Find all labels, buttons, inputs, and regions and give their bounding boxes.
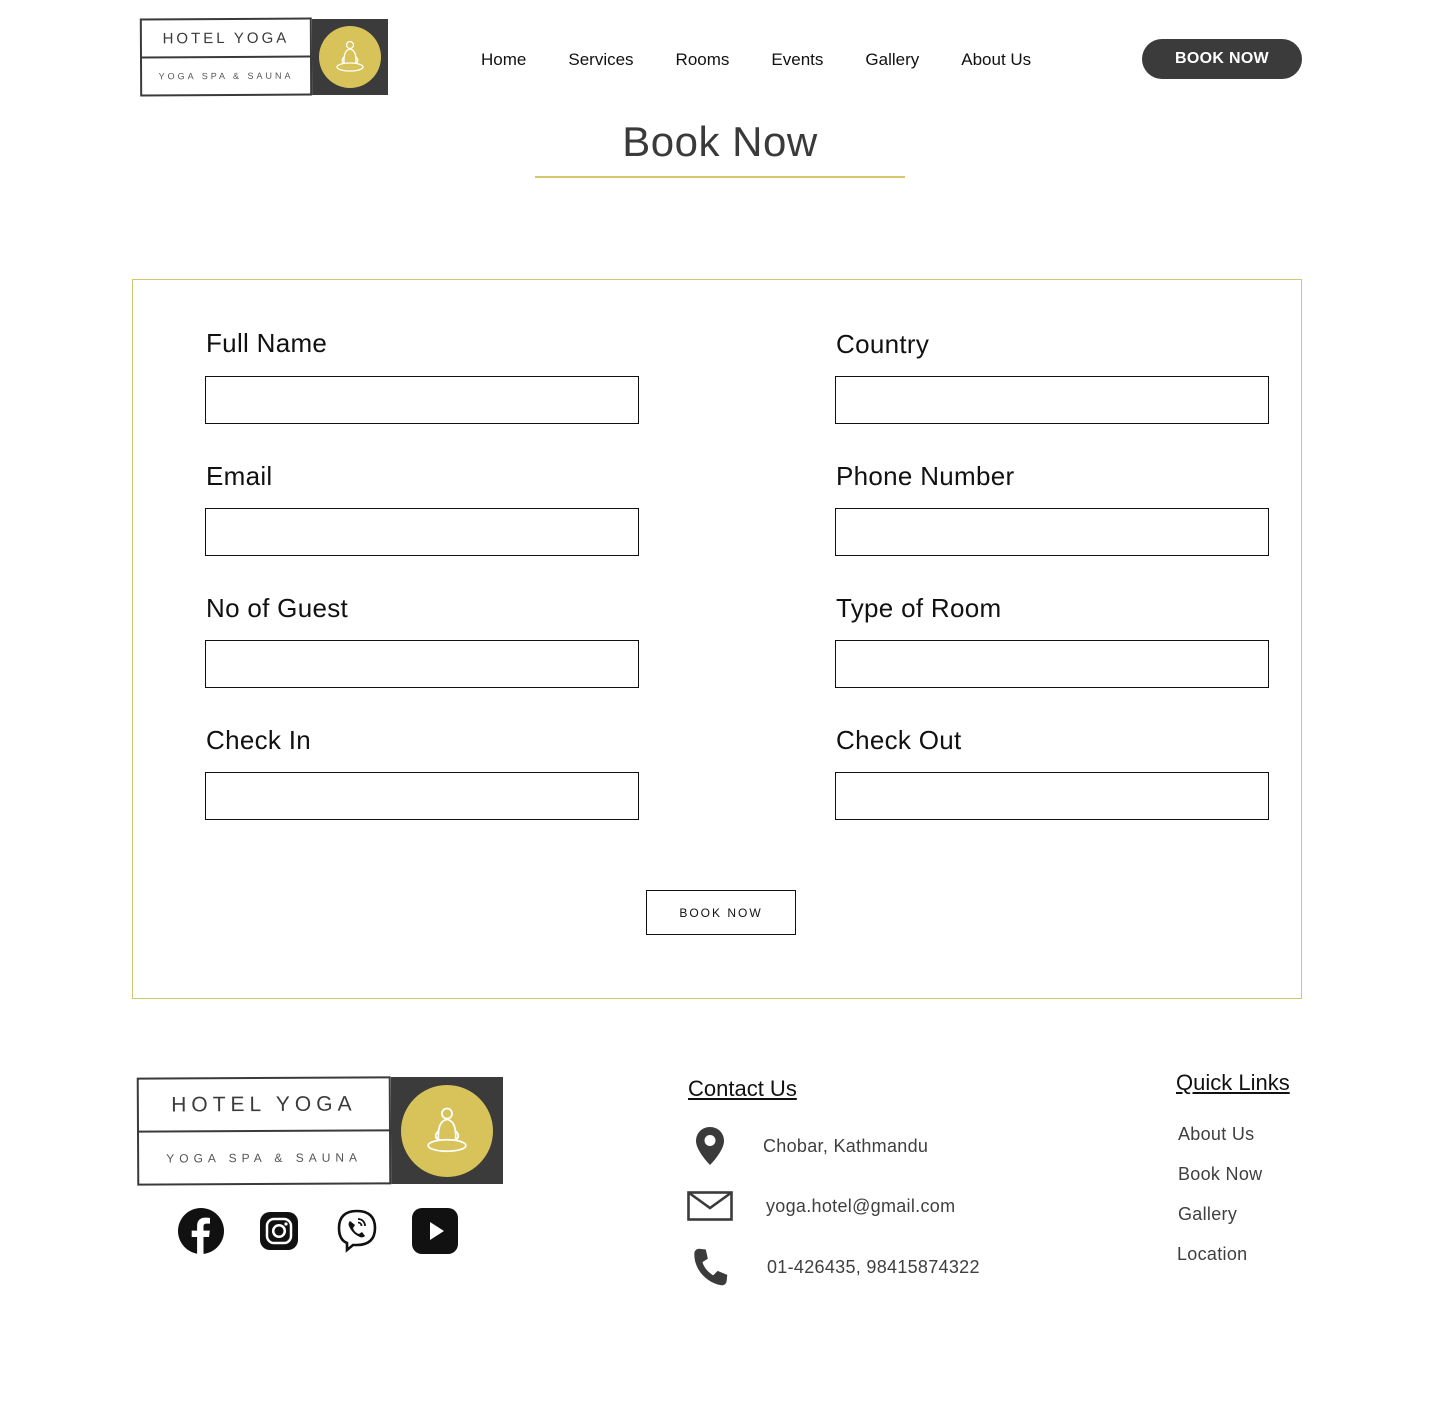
social-links <box>178 1208 458 1254</box>
guests-label: No of Guest <box>206 593 349 623</box>
page-title: Book Now <box>622 118 818 165</box>
meditation-icon <box>319 26 381 88</box>
title-underline <box>535 176 905 178</box>
quick-links-heading: Quick Links <box>1176 1070 1290 1095</box>
quick-link-gallery[interactable]: Gallery <box>1178 1204 1237 1225</box>
footer-logo[interactable]: HOTEL YOGA YOGA SPA & SAUNA <box>136 1076 503 1186</box>
footer-logo-tagline: YOGA SPA & SAUNA <box>166 1149 363 1166</box>
quick-link-location[interactable]: Location <box>1177 1244 1247 1265</box>
nav-rooms[interactable]: Rooms <box>676 49 730 71</box>
check-in-label: Check In <box>206 725 312 755</box>
email-text[interactable]: yoga.hotel@gmail.com <box>766 1196 955 1217</box>
instagram-icon[interactable] <box>256 1208 302 1254</box>
location-pin-icon <box>687 1126 733 1166</box>
room-type-label: Type of Room <box>836 593 1002 623</box>
mail-icon <box>687 1191 733 1221</box>
meditation-icon <box>401 1084 493 1177</box>
facebook-icon[interactable] <box>178 1208 224 1254</box>
viber-icon[interactable] <box>334 1208 380 1254</box>
guests-input[interactable] <box>205 640 639 688</box>
nav-services[interactable]: Services <box>568 49 633 71</box>
nav-events[interactable]: Events <box>771 49 823 71</box>
room-type-input[interactable] <box>835 640 1269 688</box>
footer-logo-name: HOTEL YOGA <box>138 1078 390 1133</box>
youtube-icon[interactable] <box>412 1208 458 1254</box>
nav-home[interactable]: Home <box>481 49 526 71</box>
phone-text[interactable]: 01-426435, 98415874322 <box>767 1257 980 1278</box>
logo-name: HOTEL YOGA <box>141 19 311 59</box>
nav-gallery[interactable]: Gallery <box>865 49 919 71</box>
email-label: Email <box>206 461 273 491</box>
main-nav: Home Services Rooms Events Gallery About… <box>481 49 1031 71</box>
quick-link-book-now[interactable]: Book Now <box>1178 1164 1262 1185</box>
contact-heading: Contact Us <box>688 1076 797 1101</box>
check-in-input[interactable] <box>205 772 639 820</box>
email-input[interactable] <box>205 508 639 556</box>
logo-wordmark: HOTEL YOGA YOGA SPA & SAUNA <box>139 17 313 97</box>
contact-phone: 01-426435, 98415874322 <box>687 1248 980 1286</box>
logo-badge <box>312 19 388 95</box>
nav-about-us[interactable]: About Us <box>961 49 1031 71</box>
phone-icon <box>687 1248 733 1286</box>
footer-logo-wordmark: HOTEL YOGA YOGA SPA & SAUNA <box>136 1076 392 1186</box>
phone-number-label: Phone Number <box>836 461 1015 491</box>
logo-tagline: YOGA SPA & SAUNA <box>158 70 294 82</box>
phone-number-input[interactable] <box>835 508 1269 556</box>
header-book-now-button[interactable]: BOOK NOW <box>1142 39 1302 79</box>
check-out-input[interactable] <box>835 772 1269 820</box>
header-logo[interactable]: HOTEL YOGA YOGA SPA & SAUNA <box>139 17 388 97</box>
check-out-label: Check Out <box>836 725 962 755</box>
footer-logo-badge <box>391 1077 503 1184</box>
country-label: Country <box>836 329 930 359</box>
contact-address: Chobar, Kathmandu <box>687 1126 928 1166</box>
quick-link-about-us[interactable]: About Us <box>1178 1124 1254 1145</box>
country-input[interactable] <box>835 376 1269 424</box>
full-name-label: Full Name <box>206 328 328 358</box>
address-text: Chobar, Kathmandu <box>763 1135 929 1156</box>
submit-book-now-button[interactable]: BOOK NOW <box>646 890 796 935</box>
full-name-input[interactable] <box>205 376 639 424</box>
contact-email: yoga.hotel@gmail.com <box>687 1191 955 1221</box>
booking-form: Full Name Country Email Phone Number No … <box>132 279 1302 999</box>
